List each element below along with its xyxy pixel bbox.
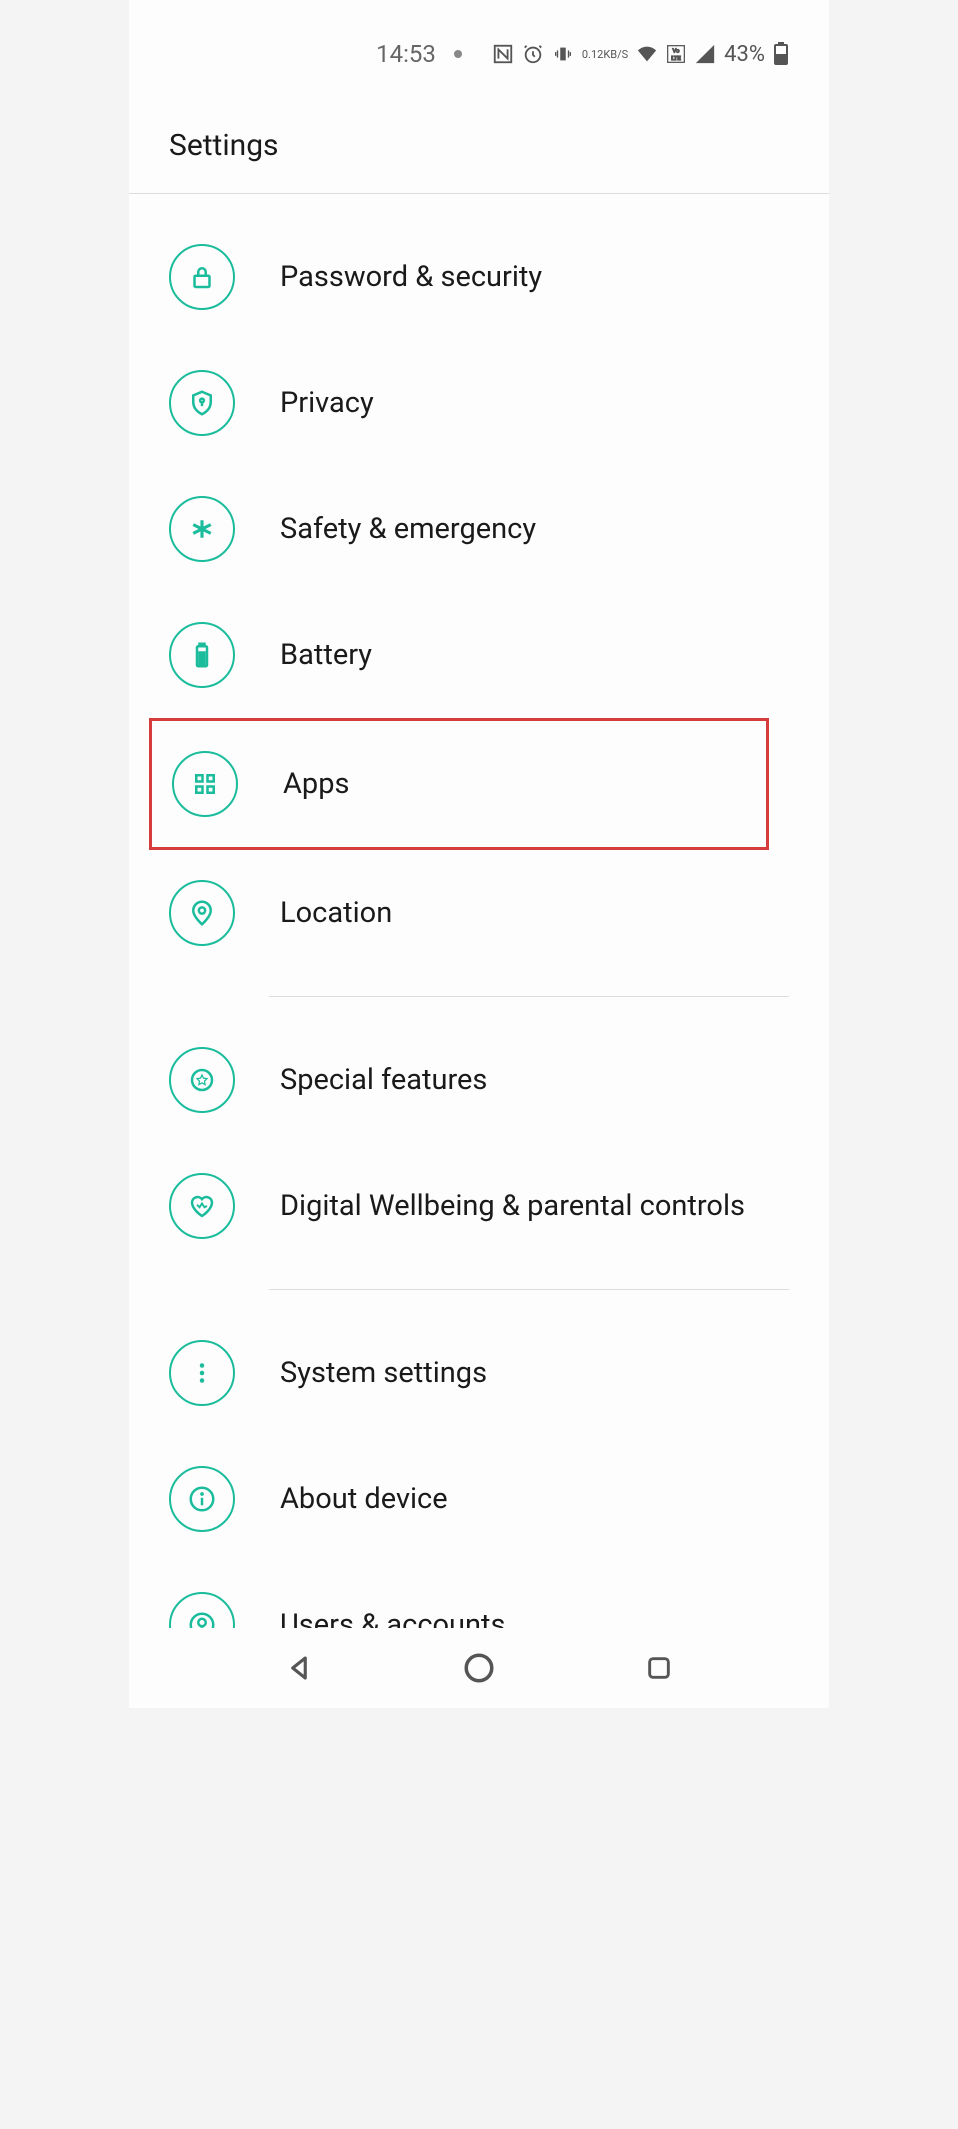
battery-icon (169, 622, 235, 688)
divider (269, 996, 789, 997)
settings-item-apps[interactable]: Apps (149, 718, 769, 850)
settings-item-safety-emergency[interactable]: Safety & emergency (129, 466, 829, 592)
navigation-bar (129, 1628, 829, 1708)
divider (269, 1289, 789, 1290)
svg-text:Vo: Vo (673, 48, 681, 54)
alarm-icon (522, 43, 544, 65)
settings-item-about-device[interactable]: About device (129, 1436, 829, 1562)
home-button[interactable] (459, 1648, 499, 1688)
star-circle-icon (169, 1047, 235, 1113)
settings-item-privacy[interactable]: Privacy (129, 340, 829, 466)
settings-item-special-features[interactable]: Special features (129, 1017, 829, 1143)
back-button[interactable] (279, 1648, 319, 1688)
vibrate-icon (552, 43, 574, 65)
settings-item-battery[interactable]: Battery (129, 592, 829, 718)
status-time: 14:53 (376, 40, 436, 68)
settings-list: Password & security Privacy Safety & eme… (129, 194, 829, 1708)
recent-apps-button[interactable] (639, 1648, 679, 1688)
asterisk-icon (169, 496, 235, 562)
settings-item-location[interactable]: Location (129, 850, 829, 976)
item-label: About device (280, 1482, 448, 1516)
status-bar: 14:53 0.12 KB/S Vo LTE (129, 30, 829, 78)
item-label: Apps (283, 767, 349, 801)
page-title: Settings (169, 128, 789, 163)
battery-percent: 43% (724, 42, 765, 67)
shield-key-icon (169, 370, 235, 436)
item-label: Safety & emergency (280, 512, 536, 546)
grid-icon (172, 751, 238, 817)
dots-icon (169, 1340, 235, 1406)
info-icon (169, 1466, 235, 1532)
settings-item-password-security[interactable]: Password & security (129, 214, 829, 340)
item-label: Privacy (280, 386, 374, 420)
item-label: Battery (280, 638, 372, 672)
status-icons-group: 0.12 KB/S Vo LTE 43% (492, 42, 789, 67)
settings-item-system-settings[interactable]: System settings (129, 1310, 829, 1436)
svg-text:LTE: LTE (671, 56, 681, 62)
signal-icon (694, 43, 716, 65)
settings-item-digital-wellbeing[interactable]: Digital Wellbeing & parental controls (129, 1143, 829, 1269)
lock-icon (169, 244, 235, 310)
heart-icon (169, 1173, 235, 1239)
item-label: Location (280, 896, 392, 930)
volte-icon: Vo LTE (666, 44, 686, 64)
battery-icon (773, 42, 789, 66)
wifi-icon (636, 43, 658, 65)
pin-icon (169, 880, 235, 946)
nfc-icon (492, 43, 514, 65)
item-label: Special features (280, 1063, 487, 1097)
item-label: Password & security (280, 260, 542, 294)
item-label: System settings (280, 1356, 487, 1390)
network-speed: 0.12 KB/S (582, 49, 628, 60)
settings-header: Settings (129, 78, 829, 194)
item-label: Digital Wellbeing & parental controls (280, 1189, 745, 1223)
status-dot-icon (454, 50, 462, 58)
